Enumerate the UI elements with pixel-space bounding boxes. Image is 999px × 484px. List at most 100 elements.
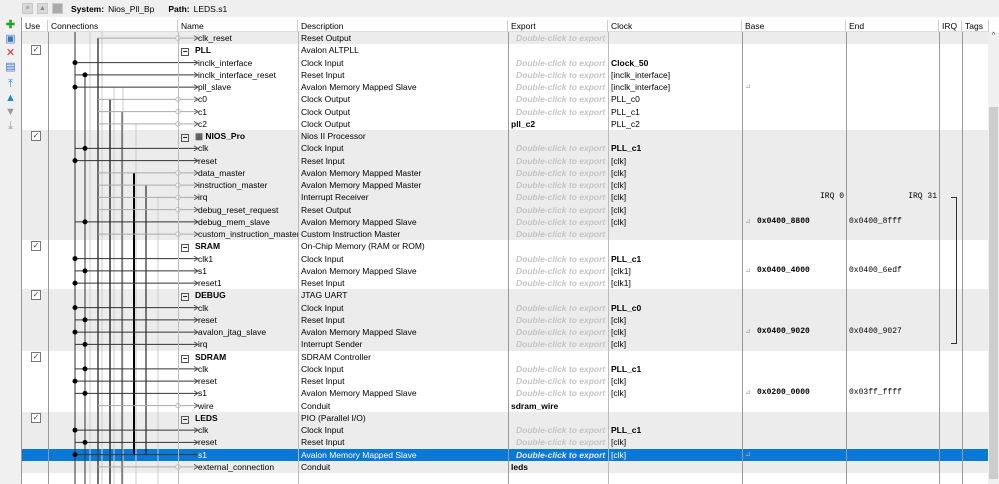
description-cell: Avalon Memory Mapped Master — [301, 167, 422, 178]
clock-cell: PLL_c0 — [611, 302, 642, 313]
export-placeholder[interactable]: Double-click to export — [508, 253, 608, 265]
export-placeholder[interactable]: Double-click to export — [508, 277, 608, 289]
column-divider — [508, 32, 509, 484]
add-icon[interactable]: ✚ — [5, 20, 16, 31]
use-checkbox[interactable]: ✓ — [31, 241, 41, 252]
connection-point[interactable] — [82, 439, 88, 445]
connection-point[interactable] — [72, 329, 78, 335]
description-cell: SDRAM Controller — [301, 351, 371, 362]
up-level-icon[interactable]: ▲ — [37, 3, 48, 14]
export-cell[interactable]: leds — [508, 461, 608, 473]
move-up-icon[interactable]: ▲ — [5, 93, 16, 104]
clock-cell: Clock_50 — [611, 57, 649, 68]
connection-point[interactable] — [82, 341, 88, 347]
connection-point[interactable] — [72, 378, 78, 384]
connection-point[interactable] — [72, 427, 78, 433]
scrollbar-thumb[interactable] — [989, 107, 998, 479]
description-cell: Reset Input — [301, 376, 345, 386]
connection-point[interactable] — [82, 72, 88, 78]
export-placeholder[interactable]: Double-click to export — [508, 436, 608, 448]
export-placeholder[interactable]: Double-click to export — [508, 191, 608, 203]
export-placeholder[interactable]: Double-click to export — [508, 265, 608, 277]
move-bottom-icon[interactable]: ⤓ — [5, 121, 16, 132]
use-checkbox[interactable]: ✓ — [31, 351, 41, 362]
export-placeholder[interactable]: Double-click to export — [508, 302, 608, 314]
export-placeholder[interactable]: Double-click to export — [508, 167, 608, 179]
connection-point[interactable] — [82, 317, 88, 323]
remove-icon[interactable]: ✕ — [5, 48, 16, 59]
export-placeholder[interactable]: Double-click to export — [508, 32, 608, 44]
column-header-base[interactable]: Base — [742, 20, 846, 32]
description-cell: Avalon Memory Mapped Master — [301, 180, 422, 190]
export-placeholder[interactable]: Double-click to export — [508, 204, 608, 216]
export-placeholder[interactable]: Double-click to export — [508, 216, 608, 228]
vertical-scrollbar[interactable]: ^ — [988, 32, 999, 484]
export-placeholder[interactable]: Double-click to export — [508, 142, 608, 154]
export-placeholder[interactable]: Double-click to export — [508, 363, 608, 375]
connection-point[interactable] — [82, 145, 88, 151]
connection-point[interactable] — [72, 280, 78, 286]
export-placeholder[interactable]: Double-click to export — [508, 449, 608, 461]
export-placeholder[interactable]: Double-click to export — [508, 387, 608, 399]
connection-point[interactable] — [72, 256, 78, 262]
description-cell: Avalon Memory Mapped Slave — [301, 388, 417, 399]
use-checkbox[interactable]: ✓ — [31, 45, 41, 56]
export-cell[interactable]: sdram_wire — [508, 400, 608, 412]
export-cell[interactable]: pll_c2 — [508, 118, 608, 130]
add-component-icon[interactable]: ▣ — [5, 34, 16, 45]
column-header-tags[interactable]: Tags — [962, 20, 989, 32]
connection-point[interactable] — [82, 366, 88, 372]
description-cell: Avalon Memory Mapped Slave — [301, 449, 417, 460]
connection-point[interactable] — [72, 84, 78, 90]
use-checkbox[interactable]: ✓ — [31, 290, 41, 301]
connection-point[interactable] — [82, 268, 88, 274]
column-header-clock[interactable]: Clock — [608, 20, 742, 32]
lock-icon: ⊿ — [745, 83, 751, 90]
connection-point[interactable] — [82, 219, 88, 225]
column-header-export[interactable]: Export — [508, 20, 608, 32]
name-text: reset1 — [198, 278, 222, 288]
export-placeholder[interactable]: Double-click to export — [508, 69, 608, 81]
export-placeholder[interactable]: Double-click to export — [508, 93, 608, 105]
connection-point[interactable] — [72, 60, 78, 66]
connection-point[interactable] — [72, 452, 78, 458]
connection-point[interactable] — [82, 390, 88, 396]
end-cell: 0x0400_8fff — [849, 216, 902, 226]
name-text: clk_reset — [198, 33, 233, 43]
system-contents-table: Use Connections Name Description Export Clock… — [21, 17, 999, 484]
description-cell: Clock Input — [301, 253, 344, 264]
column-header-name[interactable]: Name — [178, 20, 298, 32]
export-placeholder[interactable]: Double-click to export — [508, 155, 608, 167]
export-placeholder[interactable]: Double-click to export — [508, 81, 608, 93]
column-header-connections[interactable]: Connections — [48, 20, 178, 32]
column-header-irq[interactable]: IRQ — [939, 20, 962, 32]
export-placeholder[interactable]: Double-click to export — [508, 338, 608, 350]
export-placeholder[interactable]: Double-click to export — [508, 179, 608, 191]
description-cell: Clock Output — [301, 94, 351, 105]
end-cell: 0x0400_6edf — [849, 265, 902, 275]
description-cell: Avalon ALTPLL — [301, 45, 359, 56]
use-checkbox[interactable]: ✓ — [31, 412, 41, 423]
column-header-use[interactable]: Use — [22, 20, 48, 32]
collapse-all-icon[interactable]: ≡ — [22, 3, 33, 14]
clock-cell: [clk] — [611, 204, 627, 215]
move-top-icon[interactable]: ⤒ — [5, 79, 16, 90]
connection-point[interactable] — [72, 305, 78, 311]
base-cell: 0x0400_8800 — [757, 216, 810, 226]
scroll-up-icon[interactable]: ^ — [988, 32, 999, 39]
export-placeholder[interactable]: Double-click to export — [508, 228, 608, 240]
export-placeholder[interactable]: Double-click to export — [508, 106, 608, 118]
export-placeholder[interactable]: Double-click to export — [508, 424, 608, 436]
edit-icon[interactable]: ▤ — [5, 62, 16, 73]
use-checkbox[interactable]: ✓ — [31, 131, 41, 141]
export-placeholder[interactable]: Double-click to export — [508, 314, 608, 326]
column-header-description[interactable]: Description — [298, 20, 508, 32]
export-placeholder[interactable]: Double-click to export — [508, 57, 608, 69]
move-down-icon[interactable]: ▼ — [5, 107, 16, 118]
column-header-end[interactable]: End — [846, 20, 939, 32]
description-cell: Clock Output — [301, 106, 351, 117]
irq-connection-line[interactable] — [951, 197, 957, 345]
export-placeholder[interactable]: Double-click to export — [508, 375, 608, 387]
connection-point[interactable] — [72, 158, 78, 164]
export-placeholder[interactable]: Double-click to export — [508, 326, 608, 338]
